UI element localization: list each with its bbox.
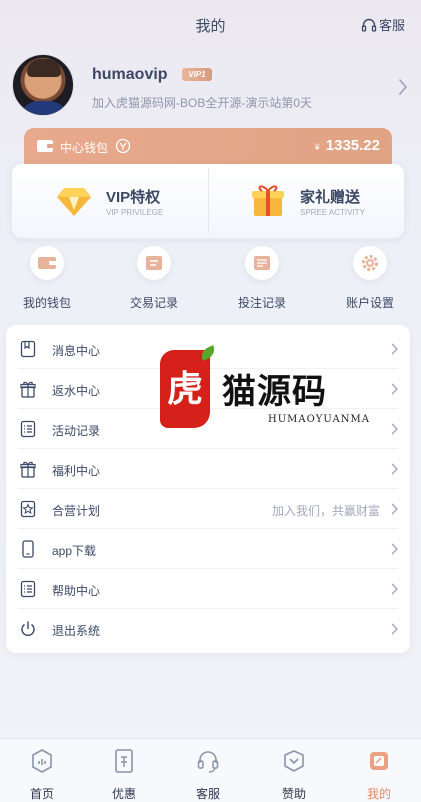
profile-section[interactable]: humaovip VIP1 加入虎猫源码网-BOB全开源-演示站第0天 bbox=[12, 54, 410, 118]
message-icon bbox=[20, 340, 36, 358]
tab-sponsor-label: 赞助 bbox=[281, 787, 306, 801]
tab-service-label: 客服 bbox=[195, 787, 220, 801]
chevron-right-icon bbox=[391, 343, 398, 355]
watermark-latin: HUMAOYUANMA bbox=[268, 414, 370, 425]
spree-activity-subtitle: SPREE ACTIVITY bbox=[300, 208, 365, 217]
menu-label: 消息中心 bbox=[52, 344, 101, 358]
quick-transaction-label: 交易记录 bbox=[129, 296, 178, 310]
balance-value: 1335.22 bbox=[325, 137, 380, 154]
vip-privilege-title: VIP特权 bbox=[106, 189, 161, 206]
menu-item-partner-plan[interactable]: 合营计划 加入我们，共赢财富 bbox=[18, 489, 398, 529]
tab-offers[interactable]: 优惠 bbox=[82, 739, 166, 802]
menu-label: app下载 bbox=[52, 544, 97, 558]
chevron-right-icon bbox=[391, 543, 398, 555]
wallet-icon bbox=[38, 257, 56, 269]
username: humaovip bbox=[92, 66, 168, 83]
join-info: 加入虎猫源码网-BOB全开源-演示站第0天 bbox=[92, 96, 313, 110]
quick-account-settings[interactable]: 账户设置 bbox=[325, 246, 415, 311]
vip-privilege-subtitle: VIP PRIVILEGE bbox=[106, 208, 164, 217]
menu-item-welfare-center[interactable]: 福利中心 bbox=[18, 449, 398, 489]
wallet-balance: ¥1335.22 bbox=[315, 137, 380, 154]
home-icon bbox=[32, 749, 52, 773]
menu-extra: 加入我们，共赢财富 bbox=[271, 504, 380, 518]
tab-home[interactable]: 首页 bbox=[0, 739, 84, 802]
sponsor-icon bbox=[284, 750, 304, 772]
menu-item-help-center[interactable]: 帮助中心 bbox=[18, 569, 398, 609]
receipt-icon bbox=[146, 256, 162, 270]
gift-icon bbox=[20, 461, 36, 478]
list-icon bbox=[20, 420, 36, 438]
chevron-right-icon bbox=[391, 463, 398, 475]
menu-label: 福利中心 bbox=[52, 464, 101, 478]
quick-actions: 我的钱包 交易记录 投注记录 账户设置 bbox=[0, 246, 421, 316]
menu-label: 帮助中心 bbox=[52, 584, 101, 598]
center-wallet-bar[interactable]: 中心钱包 ¥1335.22 bbox=[24, 128, 392, 164]
menu-label: 合营计划 bbox=[52, 504, 101, 518]
tab-sponsor[interactable]: 赞助 bbox=[252, 739, 336, 802]
profile-icon bbox=[370, 752, 388, 770]
tab-customer-service[interactable]: 客服 bbox=[166, 739, 250, 802]
partner-icon bbox=[20, 500, 36, 518]
power-icon bbox=[21, 621, 35, 636]
vip-card: VIP特权 VIP PRIVILEGE 家礼赠送 SPREE ACTIVITY bbox=[12, 164, 404, 238]
settings-gear-icon bbox=[362, 255, 378, 271]
help-list-icon bbox=[20, 580, 36, 598]
customer-service-label: 客服 bbox=[378, 18, 405, 33]
refresh-icon[interactable] bbox=[115, 138, 131, 154]
watermark-logo: 虎 猫源码 HUMAOYUANMA bbox=[160, 345, 370, 432]
chevron-right-icon bbox=[391, 383, 398, 395]
coupon-icon bbox=[115, 749, 133, 773]
menu-item-logout[interactable]: 退出系统 bbox=[18, 609, 398, 649]
customer-service-link[interactable]: 客服 bbox=[361, 15, 405, 34]
menu-item-app-download[interactable]: app下载 bbox=[18, 529, 398, 569]
vip-level-badge: VIP1 bbox=[182, 68, 212, 81]
quick-bet-records[interactable]: 投注记录 bbox=[217, 246, 307, 311]
vip-privilege-button[interactable]: VIP特权 VIP PRIVILEGE bbox=[56, 182, 236, 222]
headset-icon bbox=[361, 18, 377, 32]
quick-settings-label: 账户设置 bbox=[345, 296, 394, 310]
watermark-seal: 虎 bbox=[160, 350, 210, 428]
watermark-name: 猫源码 bbox=[222, 372, 327, 412]
wallet-icon bbox=[37, 140, 53, 152]
quick-my-wallet-label: 我的钱包 bbox=[22, 296, 71, 310]
menu-label: 返水中心 bbox=[52, 384, 101, 398]
quick-my-wallet[interactable]: 我的钱包 bbox=[2, 246, 92, 311]
wallet-label: 中心钱包 bbox=[60, 141, 109, 155]
tab-mine[interactable]: 我的 bbox=[337, 739, 421, 802]
tab-mine-label: 我的 bbox=[366, 787, 391, 801]
tab-home-label: 首页 bbox=[29, 787, 54, 801]
chevron-right-icon bbox=[391, 503, 398, 515]
spree-activity-title: 家礼赠送 bbox=[300, 189, 361, 206]
chevron-right-icon bbox=[391, 583, 398, 595]
quick-transaction-records[interactable]: 交易记录 bbox=[109, 246, 199, 311]
headset-icon bbox=[197, 751, 219, 773]
avatar[interactable] bbox=[12, 54, 74, 116]
gift-box-icon bbox=[252, 185, 284, 216]
gift-icon bbox=[20, 381, 36, 398]
spree-activity-button[interactable]: 家礼赠送 SPREE ACTIVITY bbox=[250, 182, 421, 222]
page-title: 我的 bbox=[195, 18, 226, 35]
chevron-right-icon bbox=[398, 78, 408, 96]
menu-label: 退出系统 bbox=[52, 624, 101, 638]
phone-icon bbox=[22, 540, 34, 558]
bottom-tab-bar: 首页 优惠 客服 赞助 我的 bbox=[0, 738, 421, 802]
top-header: 我的 客服 bbox=[0, 0, 421, 50]
menu-label: 活动记录 bbox=[52, 424, 101, 438]
divider bbox=[208, 168, 209, 234]
tab-offers-label: 优惠 bbox=[111, 787, 136, 801]
currency-symbol: ¥ bbox=[314, 142, 320, 152]
bet-record-icon bbox=[254, 256, 270, 270]
quick-bet-label: 投注记录 bbox=[237, 296, 286, 310]
chevron-right-icon bbox=[391, 423, 398, 435]
chevron-right-icon bbox=[391, 623, 398, 635]
diamond-icon bbox=[57, 188, 91, 216]
